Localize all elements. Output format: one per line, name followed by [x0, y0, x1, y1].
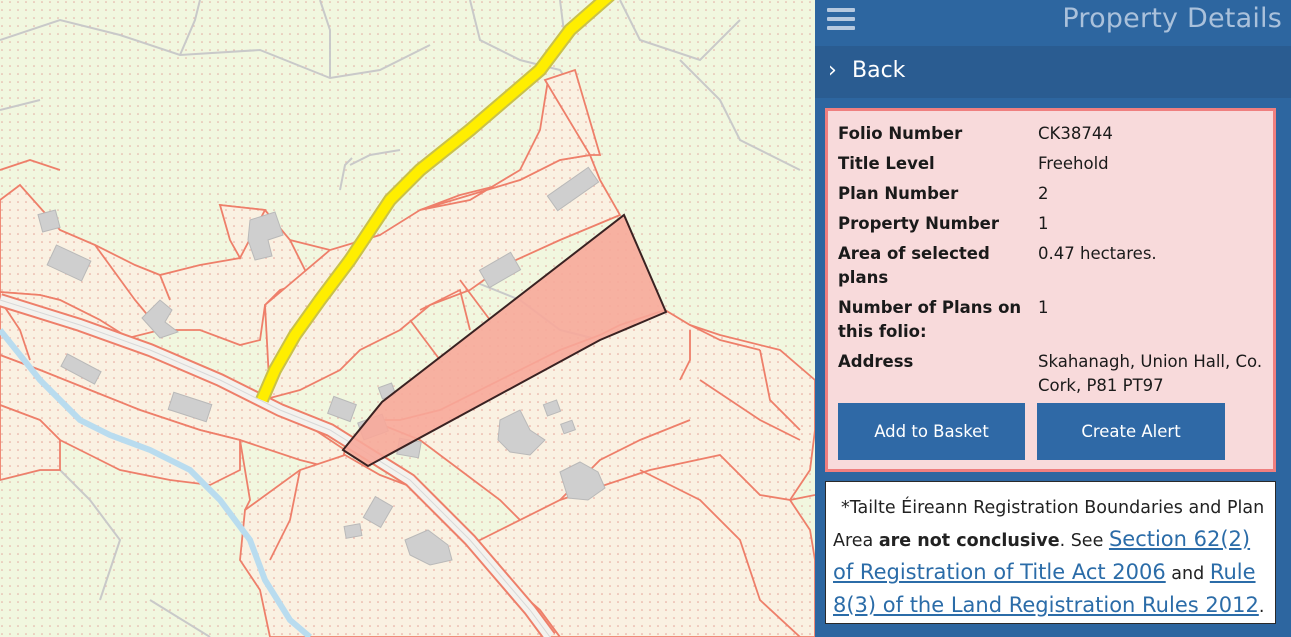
detail-value: Skahanagh, Union Hall, Co. Cork, P81 PT9…	[1038, 352, 1263, 395]
disclaimer-box: *Tailte Éireann Registration Boundaries …	[825, 481, 1276, 624]
disclaimer-end: .	[1258, 597, 1265, 617]
detail-label: Address	[838, 352, 914, 371]
detail-label: Plan Number	[838, 184, 959, 203]
detail-value: 1	[1038, 298, 1049, 317]
detail-label: Title Level	[838, 154, 935, 173]
property-details-card: Folio Number CK38744 Title Level Freehol…	[825, 108, 1276, 472]
detail-value: 1	[1038, 214, 1049, 233]
panel-header: Property Details	[815, 0, 1291, 44]
hamburger-menu-icon[interactable]	[827, 8, 855, 32]
disclaimer-bold: are not conclusive	[878, 531, 1060, 551]
add-to-basket-button[interactable]: Add to Basket	[838, 403, 1025, 460]
back-button[interactable]: › Back	[815, 46, 1291, 98]
create-alert-button[interactable]: Create Alert	[1037, 403, 1225, 460]
chevron-right-icon: ›	[828, 58, 837, 83]
property-details-panel: Property Details › Back Folio Number CK3…	[815, 0, 1291, 637]
detail-value: 2	[1038, 184, 1049, 203]
detail-label: Folio Number	[838, 124, 963, 143]
disclaimer-and: and	[1171, 564, 1205, 584]
back-label: Back	[852, 58, 906, 83]
panel-title: Property Details	[1062, 3, 1282, 34]
detail-value: CK38744	[1038, 124, 1113, 143]
disclaimer-see: . See	[1059, 531, 1104, 551]
map-view[interactable]	[0, 0, 815, 637]
detail-label: Area of selected plans	[838, 244, 990, 287]
detail-label: Number of Plans on this folio:	[838, 298, 1022, 341]
map-canvas[interactable]	[0, 0, 815, 637]
detail-value: 0.47 hectares.	[1038, 244, 1157, 263]
detail-value: Freehold	[1038, 154, 1109, 173]
detail-label: Property Number	[838, 214, 999, 233]
